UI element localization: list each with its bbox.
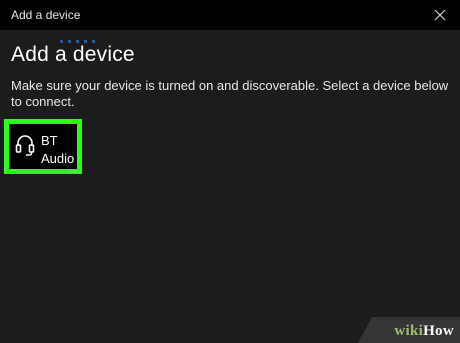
progress-indicator xyxy=(60,30,220,43)
title-bar: Add a device xyxy=(0,0,460,30)
device-name: BT Audio xyxy=(41,133,75,166)
page-title: Add a device xyxy=(11,43,135,66)
watermark-text: wikiHow xyxy=(394,323,454,339)
instructions-text: Make sure your device is turned on and d… xyxy=(11,78,449,109)
close-icon[interactable] xyxy=(430,5,450,25)
add-device-window: Add a device Add a device Make sure your… xyxy=(0,0,460,343)
headphones-icon xyxy=(15,134,35,156)
device-item-bt-audio[interactable]: BT Audio xyxy=(4,119,82,174)
window-title: Add a device xyxy=(11,8,81,22)
wikihow-watermark: wikiHow xyxy=(358,317,460,343)
